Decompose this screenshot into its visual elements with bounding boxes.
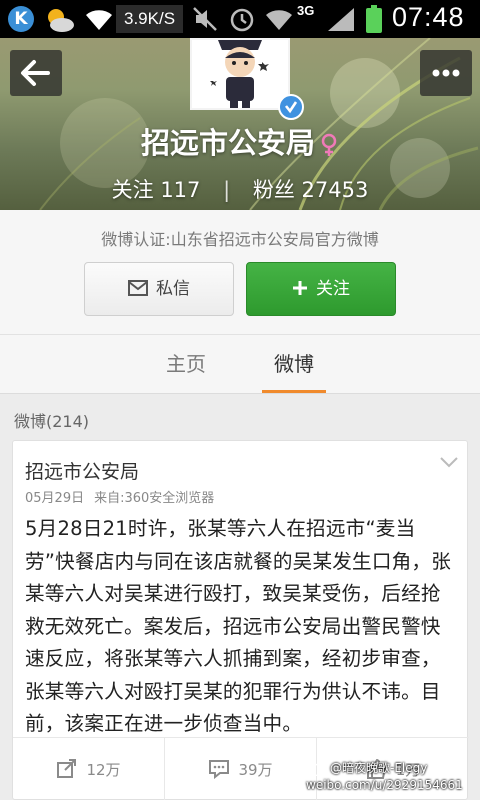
stats-divider: | bbox=[223, 178, 231, 202]
comment-button[interactable]: 39万 bbox=[165, 738, 317, 800]
arrow-left-icon bbox=[21, 60, 50, 86]
profile-name: 招远市公安局 bbox=[0, 120, 480, 162]
battery-icon bbox=[366, 5, 382, 33]
following-stat[interactable]: 关注 117 bbox=[112, 178, 201, 202]
network-speed: 3.9K/S bbox=[116, 5, 184, 33]
profile-tabs: 主页 微博 bbox=[0, 334, 480, 394]
post-meta: 05月29日 来自:360安全浏览器 bbox=[25, 487, 214, 506]
following-count: 117 bbox=[160, 178, 201, 202]
watermark: @暗夜晚歌-Elegy weibo.com/u/2929154661 bbox=[306, 761, 463, 792]
post-content: 5月28日21时许，张某等六人在招远市“麦当劳”快餐店内与同在该店就餐的吴某发生… bbox=[25, 517, 452, 735]
profile-actions-area: 微博认证:山东省招远市公安局官方微博 私信 关注 bbox=[0, 210, 480, 334]
status-bar: K 3.9K/S 3G 07:48 bbox=[0, 0, 480, 38]
more-dots-icon bbox=[432, 69, 460, 77]
weibo-count-label: 微博(214) bbox=[14, 412, 90, 431]
post-source: 来自:360安全浏览器 bbox=[94, 491, 215, 506]
tab-weibo[interactable]: 微博 bbox=[234, 335, 354, 393]
more-options-button[interactable] bbox=[420, 50, 472, 96]
back-button[interactable] bbox=[10, 50, 62, 96]
wifi-icon bbox=[86, 10, 112, 30]
alarm-icon bbox=[230, 8, 254, 32]
mute-icon bbox=[193, 7, 217, 31]
tab-home[interactable]: 主页 bbox=[126, 335, 246, 393]
plus-icon bbox=[293, 280, 307, 295]
post-date: 05月29日 bbox=[25, 491, 85, 506]
comment-icon bbox=[209, 760, 230, 780]
repost-icon bbox=[57, 759, 77, 778]
network-type-label: 3G bbox=[297, 3, 315, 18]
follow-button[interactable]: 关注 bbox=[246, 262, 396, 316]
private-message-button[interactable]: 私信 bbox=[84, 262, 234, 316]
female-gender-icon bbox=[321, 133, 337, 156]
weibo-post-card[interactable]: 招远市公安局 05月29日 来自:360安全浏览器 5月28日21时许，张某等六人… bbox=[12, 440, 469, 800]
profile-header: 招远市公安局 关注 117 | 粉丝 27453 bbox=[0, 38, 480, 210]
wifi-icon bbox=[266, 10, 292, 30]
fans-count: 27453 bbox=[301, 178, 369, 202]
verification-text: 微博认证:山东省招远市公安局官方微博 bbox=[101, 230, 379, 249]
profile-stats: 关注 117 | 粉丝 27453 bbox=[0, 174, 480, 204]
repost-button[interactable]: 12万 bbox=[13, 738, 165, 800]
avatar[interactable] bbox=[190, 38, 290, 110]
k-app-icon: K bbox=[8, 6, 34, 32]
clock: 07:48 bbox=[392, 2, 465, 32]
weather-icon bbox=[48, 9, 74, 32]
fans-stat[interactable]: 粉丝 27453 bbox=[253, 178, 369, 202]
post-author[interactable]: 招远市公安局 bbox=[25, 457, 139, 484]
chevron-down-icon[interactable] bbox=[439, 455, 459, 469]
mail-icon bbox=[128, 279, 148, 296]
verified-badge-icon bbox=[278, 94, 304, 120]
active-tab-indicator bbox=[262, 390, 326, 393]
signal-icon bbox=[328, 8, 354, 31]
weibo-logo-icon bbox=[306, 763, 324, 776]
profile-name-text: 招远市公安局 bbox=[140, 126, 315, 160]
police-cartoon-avatar bbox=[192, 40, 288, 108]
